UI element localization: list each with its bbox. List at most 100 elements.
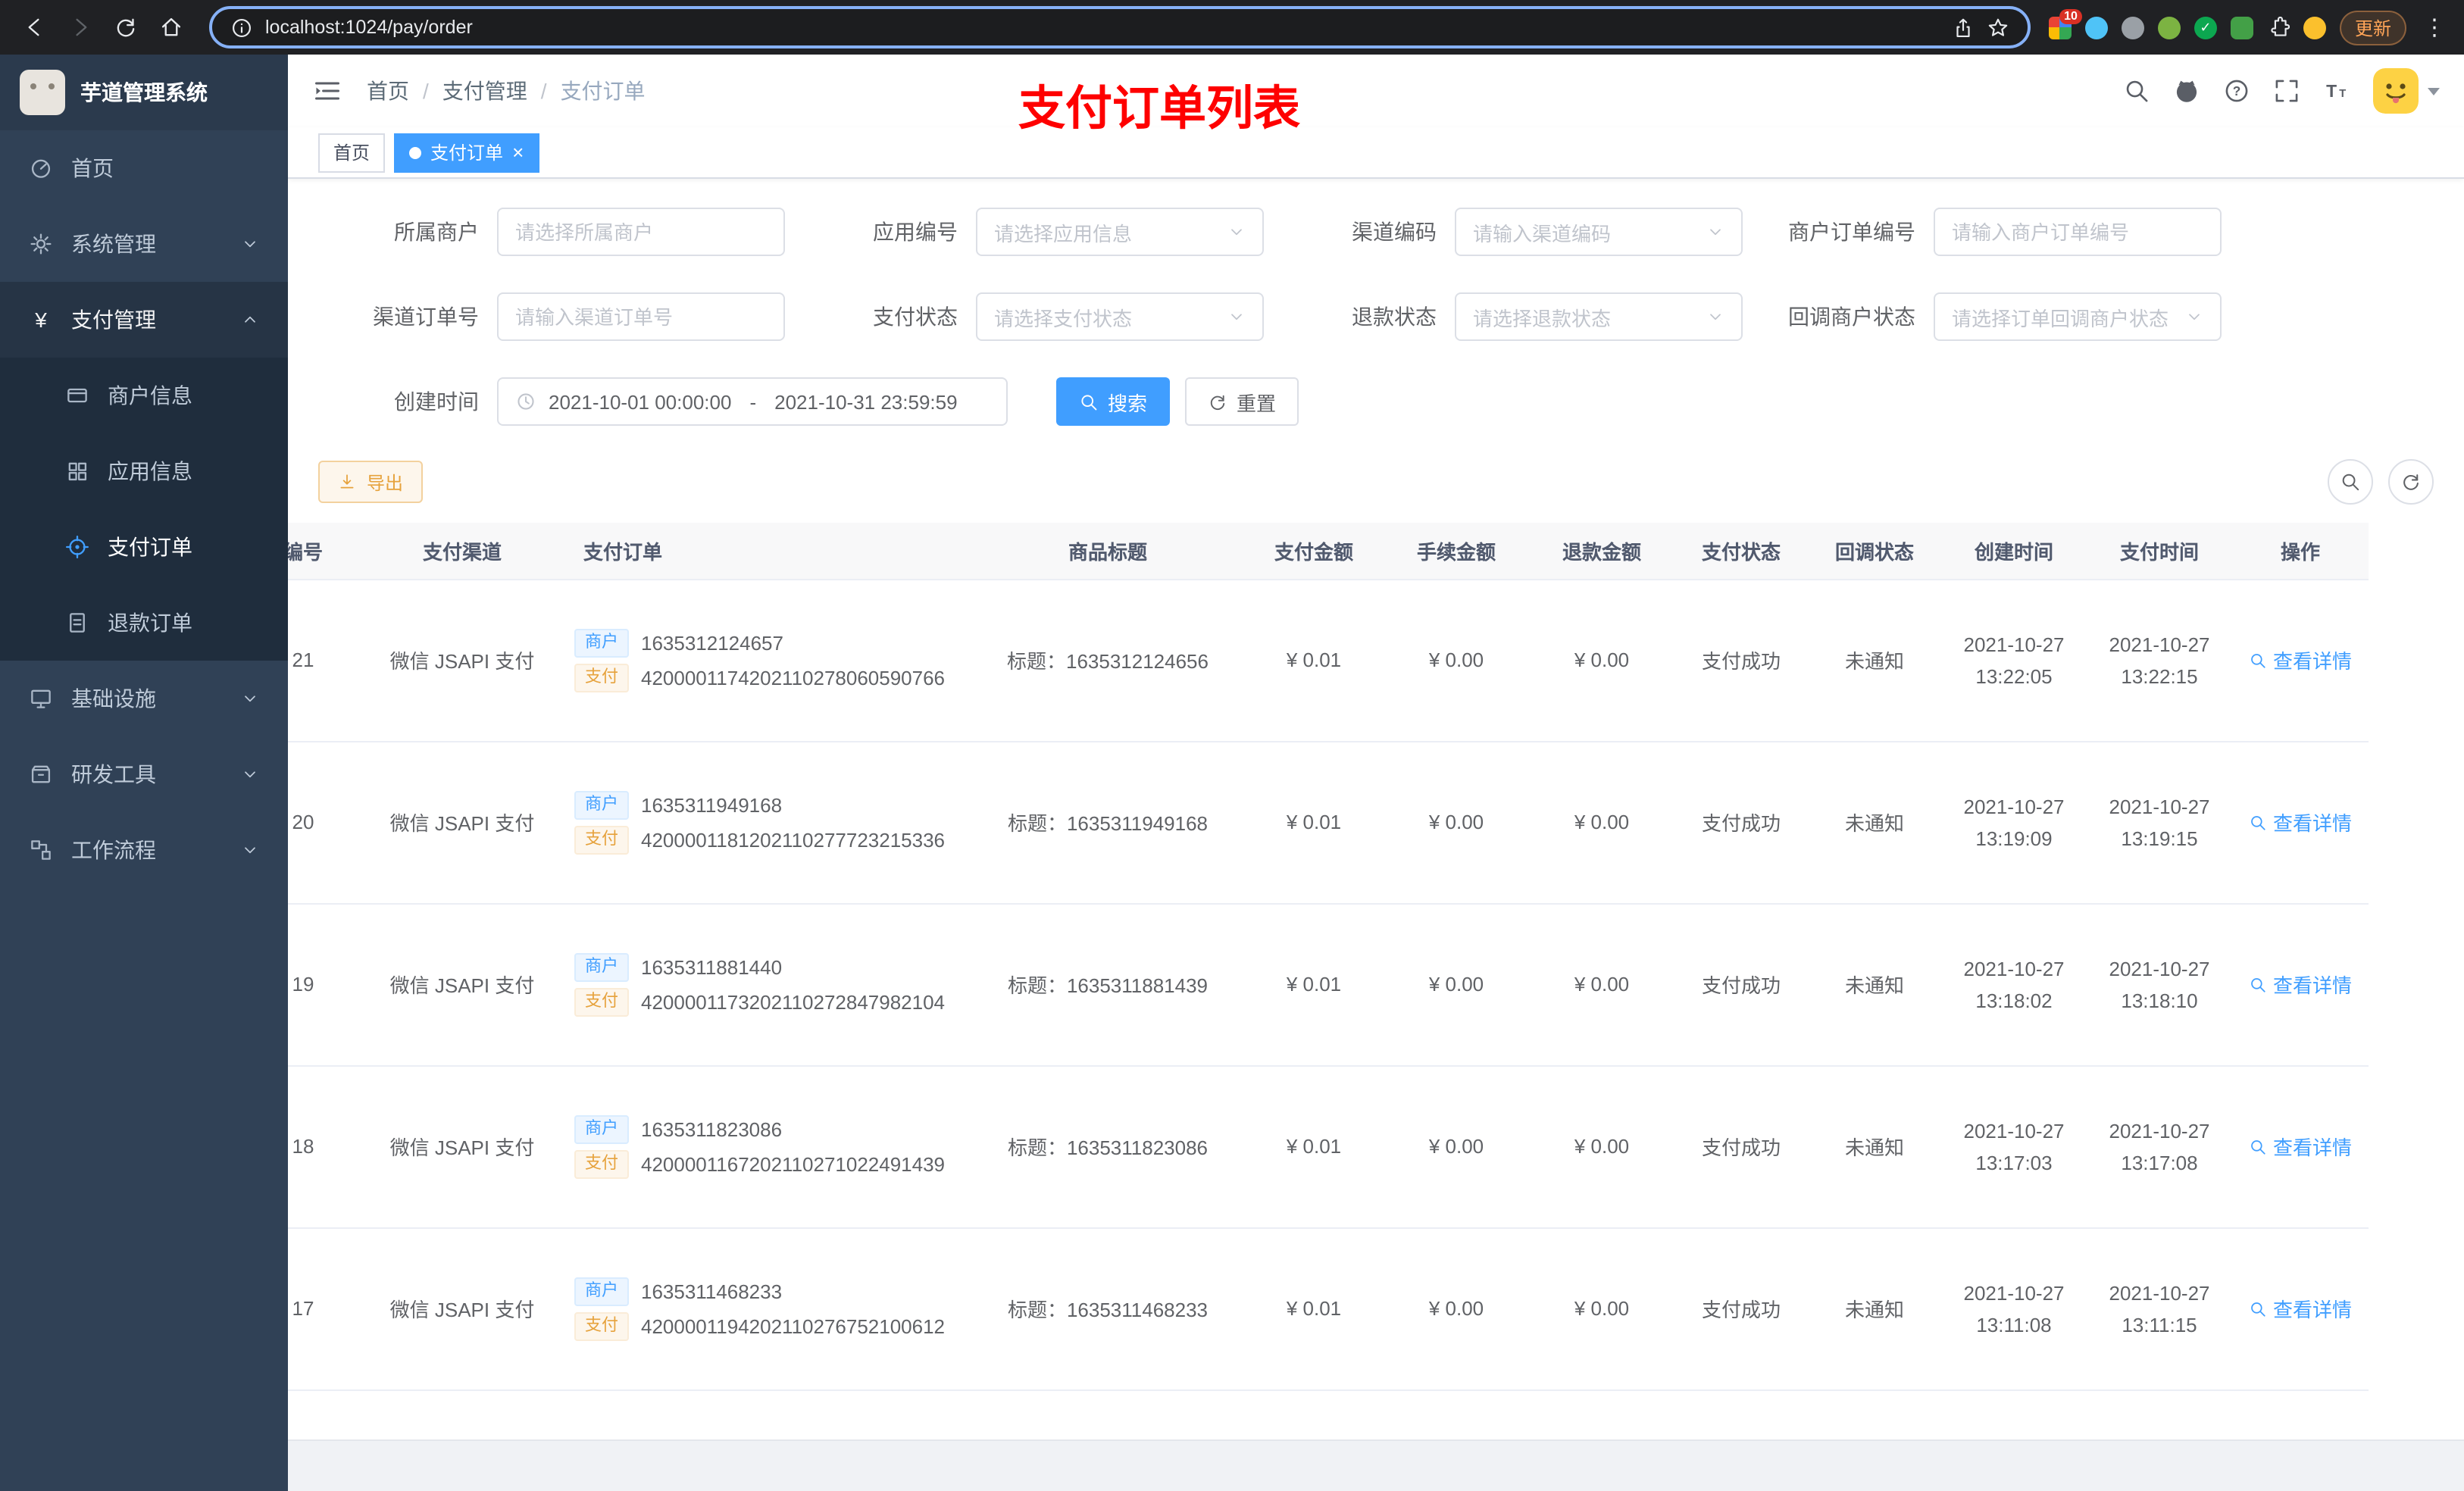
cell-fee: ¥ 0.00 (1384, 1227, 1529, 1390)
button-label: 重置 (1237, 392, 1277, 414)
date-end-value: 2021-10-31 23:59:59 (774, 390, 958, 413)
table-row: 19 微信 JSAPI 支付 商户 1635311881440 支付 42000… (288, 903, 2369, 1066)
app-logo[interactable]: 芋道管理系统 (0, 55, 288, 130)
cell-create-time: 2021-10-27 13:22:05 (1941, 579, 2087, 742)
sidebar-item-infra[interactable]: 基础设施 (0, 661, 288, 736)
extension-icon[interactable]: 10 (2048, 8, 2082, 39)
view-detail-link[interactable]: 查看详情 (2249, 1132, 2352, 1161)
cell-refund: ¥ 0.00 (1529, 903, 1674, 1066)
refresh-icon (2400, 471, 2422, 492)
github-icon[interactable] (2173, 77, 2200, 105)
chrome-menu-icon[interactable]: ⋮ (2420, 14, 2449, 41)
share-icon[interactable] (1952, 16, 1975, 39)
refund-status-select[interactable]: 请选择退款状态 (1455, 292, 1743, 341)
sidebar-item-app-info[interactable]: 应用信息 (0, 433, 288, 509)
breadcrumb-item[interactable]: 首页 (367, 76, 409, 106)
download-icon (338, 472, 358, 492)
export-button[interactable]: 导出 (318, 461, 424, 503)
sidebar-menu: 首页 系统管理 ¥ 支付管理 商户信息 应用信息 支付订单 退款订单 基础设施 … (0, 130, 288, 1491)
cell-pay-order: 商户 1635312124657 支付 42000011742021102780… (568, 579, 971, 742)
reset-button[interactable]: 重置 (1185, 377, 1299, 426)
extension-icon[interactable] (2121, 16, 2144, 39)
cell-refund: ¥ 0.00 (1529, 1227, 1674, 1390)
page-content: 所属商户 应用编号 请选择应用信息 渠道编码 请输入渠道编码 (288, 179, 2464, 1439)
orders-table-wrap[interactable]: 编号 支付渠道 支付订单 商品标题 支付金额 手续金额 退款金额 支付状态 回调… (288, 523, 2464, 1439)
view-detail-link[interactable]: 查看详情 (2249, 645, 2352, 674)
monitor-icon (29, 686, 53, 711)
reload-button[interactable] (106, 8, 145, 47)
channel-order-no-input[interactable] (497, 292, 785, 341)
sidebar-item-home[interactable]: 首页 (0, 130, 288, 206)
pay-status-select[interactable]: 请选择支付状态 (976, 292, 1264, 341)
breadcrumb-item[interactable]: 支付管理 (442, 76, 527, 106)
extensions-puzzle-icon[interactable] (2267, 16, 2290, 39)
fullscreen-icon[interactable] (2273, 77, 2300, 105)
view-detail-link[interactable]: 查看详情 (2249, 808, 2352, 836)
search-icon[interactable] (2123, 77, 2150, 105)
sidebar-item-pay-order[interactable]: 支付订单 (0, 509, 288, 585)
channel-code-select[interactable]: 请输入渠道编码 (1455, 208, 1743, 256)
cell-fee (1384, 1389, 1529, 1439)
notify-status-select[interactable]: 请选择订单回调商户状态 (1934, 292, 2222, 341)
cell-create-time: 2021-10-27 13:17:03 (1941, 1065, 2087, 1228)
font-size-icon[interactable]: TT (2323, 77, 2350, 105)
filter-label: 退款状态 (1352, 305, 1437, 329)
sidebar-item-refund-order[interactable]: 退款订单 (0, 585, 288, 661)
col-header-title: 商品标题 (971, 523, 1244, 580)
hamburger-icon[interactable] (312, 76, 342, 106)
merchant-order-no-input[interactable] (1934, 208, 2222, 256)
user-menu[interactable] (2373, 68, 2440, 114)
bookmark-star-icon[interactable] (1987, 16, 2009, 39)
merchant-input[interactable] (497, 208, 785, 256)
filter-label: 商户订单编号 (1788, 220, 1915, 244)
pay-order-no: 4200001181202110277723215336 (641, 828, 946, 851)
extension-check-icon[interactable]: ✓ (2194, 16, 2217, 39)
sidebar-item-label: 研发工具 (71, 762, 156, 786)
toggle-search-button[interactable] (2328, 459, 2373, 505)
grid-icon (65, 459, 89, 483)
cell-refund (1529, 1389, 1674, 1439)
cell-create-time: 2021-10-27 13:18:02 (1941, 903, 2087, 1066)
browser-chrome: localhost:1024/pay/order 10 ✓ 更新 ⋮ (0, 0, 2464, 55)
cell-title: 标题：1635312124656 (971, 579, 1244, 742)
col-header-notify-status: 回调状态 (1808, 523, 1941, 580)
extensions-area: 10 ✓ 更新 ⋮ (2048, 8, 2449, 45)
col-header-actions: 操作 (2232, 523, 2369, 580)
sidebar-item-workflow[interactable]: 工作流程 (0, 812, 288, 888)
sidebar-item-payment[interactable]: ¥ 支付管理 (0, 282, 288, 358)
home-button[interactable] (152, 8, 191, 47)
cell-channel: 微信 JSAPI 支付 (356, 903, 568, 1066)
site-info-icon[interactable] (230, 16, 253, 39)
back-button[interactable] (15, 8, 55, 47)
create-time-range-picker[interactable]: 2021-10-01 00:00:00 - 2021-10-31 23:59:5… (497, 377, 1008, 426)
view-detail-link[interactable]: 查看详情 (2249, 970, 2352, 999)
sidebar-item-label: 支付订单 (108, 535, 192, 559)
cell-notify-status: 未通知 (1808, 1227, 1941, 1390)
toolbox-icon (29, 762, 53, 786)
help-icon[interactable]: ? (2223, 77, 2250, 105)
tab-home[interactable]: 首页 (318, 133, 386, 172)
cell-actions: 查看详情 (2232, 1065, 2369, 1228)
tab-pay-order[interactable]: 支付订单 × (394, 133, 539, 172)
close-icon[interactable]: × (512, 142, 524, 162)
cell-create-time: 2021-10-27 13:19:09 (1941, 741, 2087, 904)
sidebar-item-devtool[interactable]: 研发工具 (0, 736, 288, 812)
browser-update-button[interactable]: 更新 (2339, 10, 2406, 45)
search-button[interactable]: 搜索 (1056, 377, 1171, 426)
filter-row: 创建时间 2021-10-01 00:00:00 - 2021-10-31 23… (318, 377, 2434, 426)
profile-avatar-icon[interactable] (2303, 16, 2326, 39)
horizontal-scrollbar[interactable] (288, 1439, 2464, 1491)
refresh-table-button[interactable] (2388, 459, 2434, 505)
cell-notify-status: 未通知 (1808, 579, 1941, 742)
forward-button[interactable] (61, 8, 100, 47)
extension-icon[interactable] (2230, 16, 2253, 39)
sidebar-item-merchant-info[interactable]: 商户信息 (0, 358, 288, 433)
sidebar-item-system[interactable]: 系统管理 (0, 206, 288, 282)
app-no-select[interactable]: 请选择应用信息 (976, 208, 1264, 256)
cell-notify-status: 未通知 (1808, 903, 1941, 1066)
extension-icon[interactable] (2084, 16, 2108, 39)
cell-pay-order: 商户 1635311468233 支付 42000011942021102767… (568, 1227, 971, 1390)
view-detail-link[interactable]: 查看详情 (2249, 1294, 2352, 1323)
url-bar[interactable]: localhost:1024/pay/order (209, 6, 2031, 48)
extension-icon[interactable] (2157, 16, 2181, 39)
